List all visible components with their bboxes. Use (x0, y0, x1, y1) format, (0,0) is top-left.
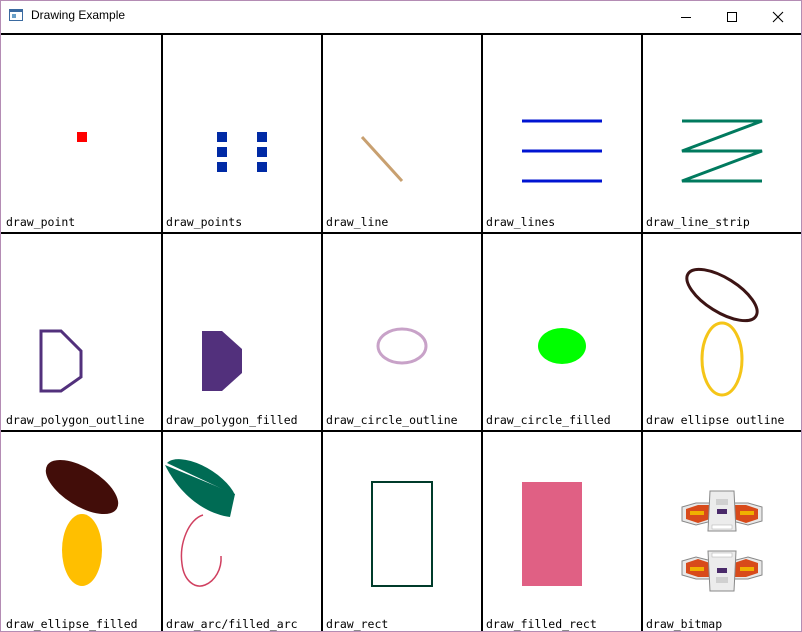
rect-outline-shape (371, 481, 433, 587)
label-draw-rect: draw_rect (326, 617, 389, 631)
minimize-button[interactable] (663, 1, 709, 32)
close-icon (772, 11, 784, 22)
label-draw-circle-filled: draw_circle_filled (486, 413, 611, 427)
label-draw-ellipse-filled: draw_ellipse_filled (6, 617, 138, 631)
arc-shape (180, 514, 222, 587)
points-shape (217, 132, 267, 172)
label-draw-line-strip: draw_line_strip (646, 215, 750, 229)
ellipse-outline-top-shape (685, 267, 759, 323)
label-draw-points: draw_points (166, 215, 243, 229)
label-draw-polygon-filled: draw_polygon_filled (166, 413, 298, 427)
polygon-outline-shape (39, 329, 83, 393)
circle-filled-shape (538, 328, 586, 364)
lines-shape (522, 119, 602, 183)
maximize-icon (727, 11, 737, 22)
line-strip-shape (681, 119, 763, 183)
close-button[interactable] (755, 1, 801, 32)
label-draw-circle-outline: draw_circle_outline (326, 413, 458, 427)
ellipse-filled-bottom-shape (62, 514, 102, 586)
label-draw-arc: draw_arc/filled_arc (166, 617, 298, 631)
app-window: Drawing Example draw_point draw_points d… (0, 0, 802, 632)
app-icon (9, 9, 23, 21)
grid-lines (1, 33, 801, 631)
label-draw-line: draw_line (326, 215, 389, 229)
filled-rect-shape (522, 482, 582, 586)
label-draw-polygon-outline: draw_polygon_outline (6, 413, 145, 427)
label-draw-point: draw_point (6, 215, 76, 229)
label-draw-bitmap: draw_bitmap (646, 617, 723, 631)
label-draw-ellipse-outline: draw_ellipse_outline (646, 414, 785, 426)
ellipse-outline-bottom-shape (700, 321, 744, 397)
point-shape (77, 132, 87, 142)
window-title: Drawing Example (31, 8, 126, 22)
bitmap-ship-top (681, 490, 763, 532)
bitmap-ship-bottom (681, 550, 763, 592)
title-bar[interactable]: Drawing Example (1, 1, 801, 32)
drawing-canvas: draw_point draw_points draw_line draw_li… (1, 33, 801, 631)
maximize-button[interactable] (709, 1, 755, 32)
minimize-icon (681, 16, 691, 18)
polygon-filled-shape (202, 331, 242, 391)
drawing-surface (1, 33, 801, 631)
label-draw-filled-rect: draw_filled_rect (486, 617, 597, 631)
ellipse-filled-top-shape (45, 459, 119, 515)
circle-outline-shape (376, 327, 428, 365)
line-shape (360, 135, 404, 183)
label-draw-lines: draw_lines (486, 215, 556, 229)
